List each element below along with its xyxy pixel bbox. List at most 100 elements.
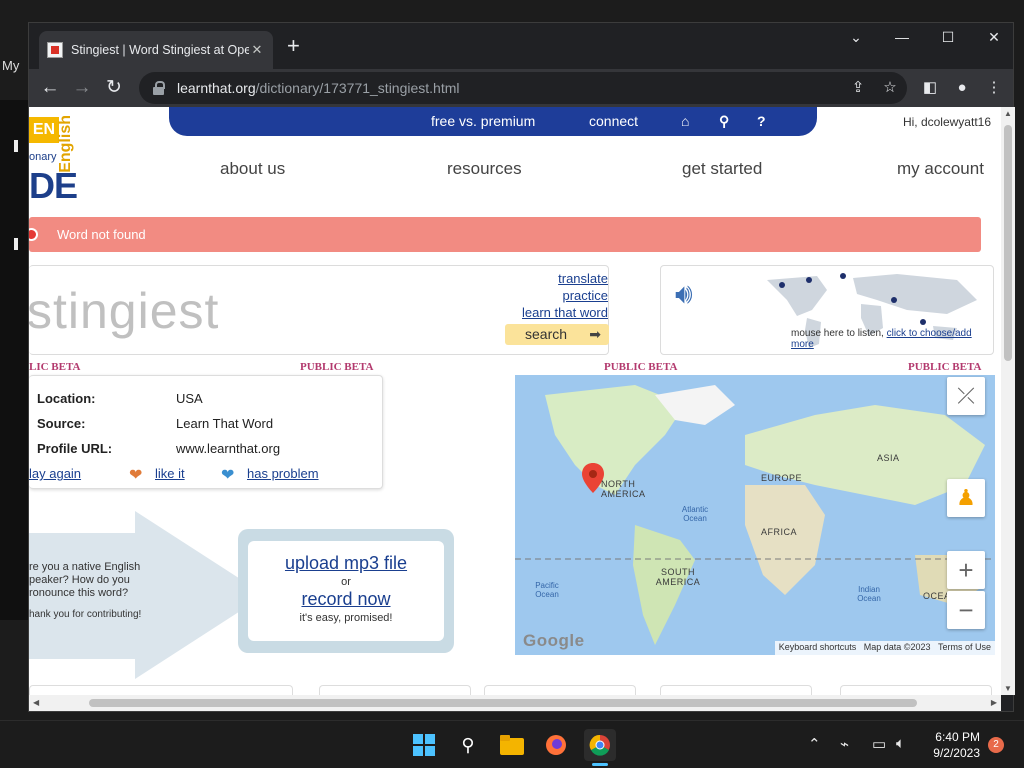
forward-arrow-icon[interactable]: → <box>69 75 95 101</box>
map-label-pacific: Pacific Ocean <box>535 581 559 599</box>
practice-link[interactable]: practice <box>468 288 608 303</box>
map-footer: Keyboard shortcuts Map data ©2023 Terms … <box>774 641 995 655</box>
scroll-up-arrow-icon[interactable]: ▲ <box>1001 109 1015 118</box>
word-title: stingiest <box>29 283 220 339</box>
tab-strip: Stingiest | Word Stingiest at Oper ✕ + ⌄… <box>29 23 1013 69</box>
clock-date: 9/2/2023 <box>933 746 980 760</box>
maximize-button[interactable]: ☐ <box>933 27 963 47</box>
firefox-icon[interactable] <box>540 729 572 761</box>
native-speaker-question: re you a native English peaker? How do y… <box>29 561 141 599</box>
new-tab-button[interactable]: + <box>287 35 300 57</box>
pronunciation-info-card: Location: USA Source: Learn That Word Pr… <box>29 375 383 489</box>
address-bar[interactable]: learnthat.org /dictionary/173771_stingie… <box>139 72 907 104</box>
upload-panel: upload mp3 file or record now it's easy,… <box>248 541 444 641</box>
play-again-link[interactable]: lay again <box>29 466 81 481</box>
nav-get-started[interactable]: get started <box>682 159 762 179</box>
terms-of-use-link[interactable]: Terms of Use <box>938 642 991 652</box>
heart-problem-icon: ❤ <box>221 467 235 484</box>
listen-hint: mouse here to listen, click to choose/ad… <box>791 328 993 350</box>
search-button[interactable]: search ➡ <box>505 324 609 345</box>
like-it-link[interactable]: like it <box>155 466 185 481</box>
pegman-icon[interactable]: ♟ <box>947 479 985 517</box>
browser-tab-active[interactable]: Stingiest | Word Stingiest at Oper ✕ <box>39 31 273 69</box>
home-icon[interactable]: ⌂ <box>681 113 689 129</box>
close-window-button[interactable]: ✕ <box>979 27 1009 47</box>
public-beta-label: PUBLIC BETA <box>908 361 982 373</box>
logo-onary: onary <box>29 151 57 163</box>
map-label-atlantic: Atlantic Ocean <box>681 505 709 523</box>
logo-de: DE <box>29 165 78 206</box>
arrow-right-icon: ➡ <box>589 326 601 342</box>
vertical-scroll-thumb[interactable] <box>1004 125 1012 361</box>
site-logo[interactable]: EN onary English DE <box>29 111 85 206</box>
windows-taskbar: ⚲ ⌃ ⌁ ▭ 🔈︎ 6:40 PM 9/2/2023 2 <box>0 720 1024 768</box>
favicon-icon <box>47 42 63 58</box>
back-arrow-icon[interactable]: ← <box>37 75 63 101</box>
search-icon[interactable]: ⚲ <box>719 113 729 130</box>
google-map[interactable]: NORTH AMERICA EUROPE ASIA AFRICA SOUTH A… <box>515 375 995 655</box>
bottom-card <box>29 685 293 695</box>
tray-chevron-icon[interactable]: ⌃ <box>808 735 821 753</box>
zoom-out-button[interactable]: − <box>947 591 985 629</box>
upload-mp3-link[interactable]: upload mp3 file <box>248 553 444 574</box>
user-greeting[interactable]: Hi, dcolewyatt16 <box>903 115 991 129</box>
start-windows-icon[interactable] <box>408 729 440 761</box>
scroll-right-arrow-icon[interactable]: ▶ <box>991 695 997 711</box>
horizontal-scrollbar[interactable]: ◀ ▶ <box>29 695 1001 711</box>
nav-about-us[interactable]: about us <box>220 159 285 179</box>
tab-search-chevron-icon[interactable]: ⌄ <box>841 27 871 47</box>
profile-url-value: www.learnthat.org <box>176 441 281 456</box>
vertical-scrollbar[interactable]: ▲ ▼ <box>1001 107 1015 695</box>
bookmark-star-icon[interactable]: ☆ <box>879 77 901 99</box>
logo-en: EN <box>29 117 59 143</box>
nav-free-vs-premium[interactable]: free vs. premium <box>431 113 535 129</box>
volume-icon[interactable]: 🔈︎ <box>896 735 905 752</box>
map-label-europe: EUROPE <box>761 473 803 483</box>
help-icon[interactable]: ? <box>757 113 766 129</box>
side-panel-icon[interactable]: ◧ <box>919 77 941 99</box>
source-label: Source: <box>37 416 86 431</box>
system-clock[interactable]: 6:40 PM 9/2/2023 <box>933 729 980 761</box>
nav-resources[interactable]: resources <box>447 159 522 179</box>
nav-my-account[interactable]: my account <box>897 159 984 179</box>
browser-toolbar: ← → ↻ learnthat.org /dictionary/173771_s… <box>29 69 1013 107</box>
map-label-north-america: NORTH AMERICA <box>601 479 646 499</box>
zoom-in-button[interactable]: + <box>947 551 985 589</box>
speaker-icon[interactable]: 🔊︎ <box>675 278 693 311</box>
share-icon[interactable]: ⇪ <box>847 77 869 99</box>
translate-link[interactable]: translate <box>468 271 608 286</box>
scroll-left-arrow-icon[interactable]: ◀ <box>33 695 39 711</box>
word-box: stingiest translate practice learn that … <box>29 265 609 355</box>
horizontal-scroll-thumb[interactable] <box>89 699 917 707</box>
public-beta-label: PUBLIC BETA <box>604 361 678 373</box>
desktop-label: My <box>2 58 20 73</box>
fullscreen-close-icon[interactable]: ⤫ <box>947 377 985 415</box>
easy-promised-text: it's easy, promised! <box>299 612 393 624</box>
menu-dots-icon[interactable]: ⋮ <box>983 77 1005 99</box>
active-app-indicator <box>592 763 608 766</box>
keyboard-shortcuts-link[interactable]: Keyboard shortcuts <box>779 642 857 652</box>
network-icon[interactable]: ⌁ <box>840 735 849 753</box>
map-pin-icon <box>891 297 897 303</box>
record-now-link[interactable]: record now <box>248 589 444 610</box>
profile-icon[interactable]: ● <box>951 77 973 99</box>
profile-url-label: Profile URL: <box>37 441 113 456</box>
clock-time: 6:40 PM <box>935 730 980 744</box>
reload-icon[interactable]: ↻ <box>101 75 127 101</box>
map-label-south-america: SOUTH AMERICA <box>655 567 701 587</box>
file-explorer-icon[interactable] <box>496 729 528 761</box>
notification-badge[interactable]: 2 <box>988 737 1004 753</box>
has-problem-link[interactable]: has problem <box>247 466 319 481</box>
chrome-icon[interactable] <box>584 729 616 761</box>
bottom-card <box>484 685 636 695</box>
upload-frame: upload mp3 file or record now it's easy,… <box>238 529 454 653</box>
tab-close-icon[interactable]: ✕ <box>249 42 265 58</box>
display-icon[interactable]: ▭ <box>872 735 886 753</box>
taskbar-search-icon[interactable]: ⚲ <box>452 729 484 761</box>
scroll-down-arrow-icon[interactable]: ▼ <box>1001 684 1015 693</box>
minimize-button[interactable]: — <box>887 27 917 47</box>
learn-that-word-link[interactable]: learn that word <box>468 305 608 320</box>
map-pin-icon <box>779 282 785 288</box>
nav-connect[interactable]: connect <box>589 113 638 129</box>
alert-icon <box>29 228 38 241</box>
